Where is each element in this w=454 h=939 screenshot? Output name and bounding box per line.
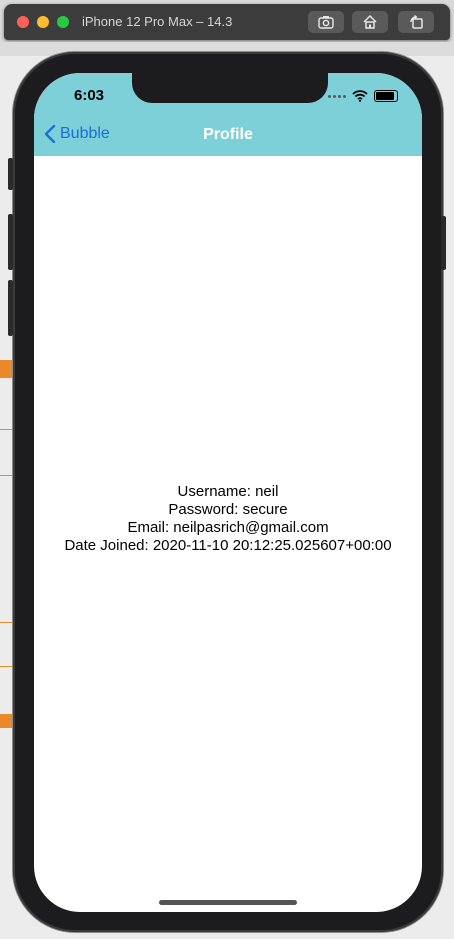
- rotate-button[interactable]: [398, 11, 434, 33]
- cellular-signal-icon: [328, 94, 346, 98]
- home-icon: [363, 14, 377, 29]
- username-text: Username: neil: [177, 483, 279, 500]
- email-text: Email: neilpasrich@gmail.com: [127, 519, 329, 536]
- window-title: iPhone 12 Pro Max – 14.3: [82, 14, 233, 29]
- minimize-window-button[interactable]: [37, 16, 49, 28]
- notch: [132, 73, 328, 103]
- date-joined-text: Date Joined: 2020-11-10 20:12:25.025607+…: [64, 537, 392, 554]
- rotate-icon: [410, 14, 423, 29]
- password-text: Password: secure: [168, 501, 288, 518]
- volume-up-button: [8, 214, 13, 270]
- status-indicators: [328, 90, 398, 102]
- zoom-window-button[interactable]: [57, 16, 69, 28]
- home-button[interactable]: [352, 11, 388, 33]
- volume-down-button: [8, 280, 13, 336]
- device-screen: 6:03 Bubble Profile Username: neil Passw…: [34, 73, 422, 912]
- camera-icon: [318, 16, 334, 29]
- screenshot-button[interactable]: [308, 11, 344, 33]
- background-highlight: [0, 360, 13, 378]
- mute-switch: [8, 158, 13, 190]
- power-button: [441, 216, 446, 270]
- battery-icon: [374, 90, 398, 102]
- background-highlight: [0, 714, 12, 728]
- close-window-button[interactable]: [17, 16, 29, 28]
- page-title: Profile: [203, 126, 253, 143]
- profile-details: Username: neil Password: secure Email: n…: [34, 483, 422, 555]
- navigation-bar: 6:03 Bubble Profile: [34, 73, 422, 156]
- wifi-icon: [352, 90, 368, 102]
- status-time: 6:03: [74, 87, 105, 104]
- home-indicator[interactable]: [159, 900, 297, 905]
- simulator-titlebar: iPhone 12 Pro Max – 14.3: [4, 4, 450, 40]
